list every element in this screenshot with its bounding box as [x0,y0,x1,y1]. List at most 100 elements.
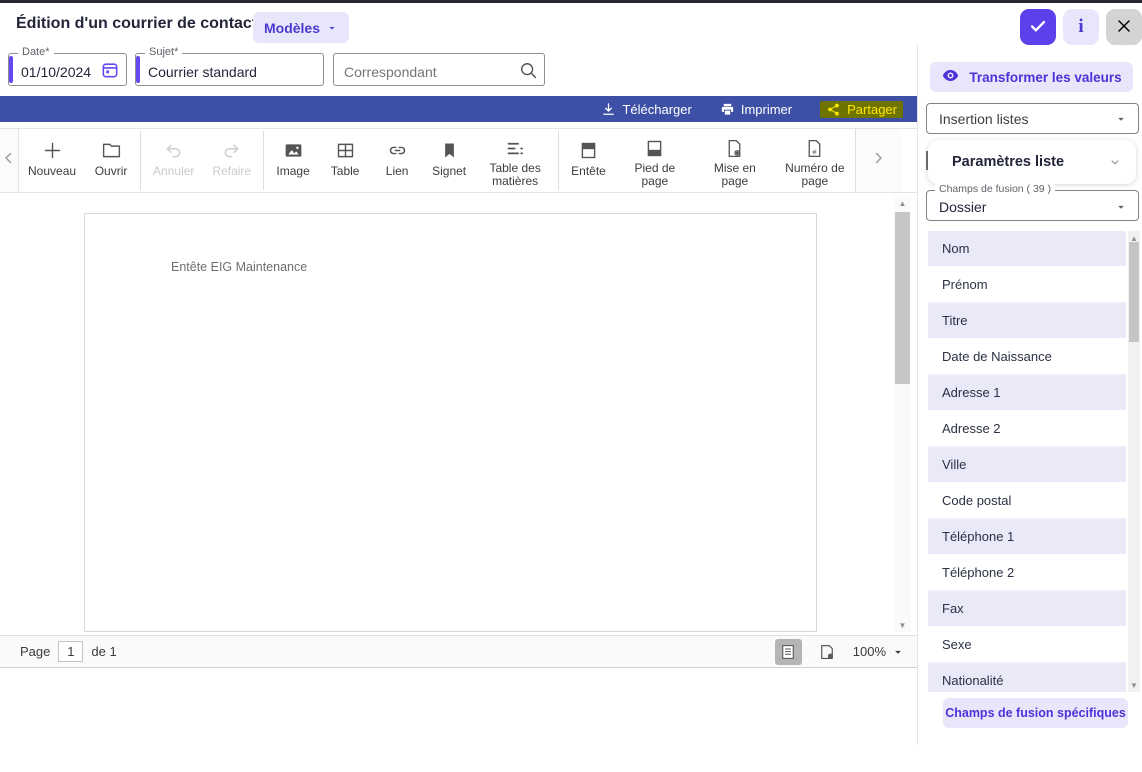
caret-down-icon [891,645,905,659]
validate-button[interactable] [1020,9,1056,45]
info-button[interactable]: i [1063,9,1099,45]
fit-page-icon [818,643,836,661]
merge-field-item[interactable]: Nationalité [928,663,1126,692]
zoom-value: 100% [853,644,886,659]
calendar-icon[interactable] [100,60,120,80]
insertion-listes-select[interactable]: Insertion listes [926,103,1139,134]
merge-list-scrollbar[interactable]: ▲ ▼ [1128,231,1140,692]
print-button[interactable]: Imprimer [720,102,792,117]
sujet-input[interactable] [136,54,323,85]
sidebar-divider [917,45,918,745]
merge-field-item[interactable]: Date de Naissance [928,339,1126,375]
modeles-button-label: Modèles [264,20,320,36]
toolbar-button-label: Numéro de page [784,162,846,188]
merge-field-item[interactable]: Adresse 2 [928,411,1126,447]
page-number-icon: # [804,138,825,159]
fit-page-button[interactable] [814,639,841,665]
close-icon [1114,16,1134,39]
toolbar-button-folder[interactable]: Ouvrir [85,129,137,192]
merge-field-item[interactable]: Titre [928,303,1126,339]
merge-field-item[interactable]: Téléphone 2 [928,555,1126,591]
folder-icon [101,138,122,162]
image-icon [283,138,304,162]
zoom-dropdown[interactable]: 100% [853,644,905,659]
scroll-down-arrow[interactable]: ▼ [1128,678,1140,692]
undo-icon [163,138,184,162]
correspondant-field[interactable] [333,53,545,86]
champs-fusion-select[interactable]: Champs de fusion ( 39 ) Dossier [926,190,1139,221]
caret-down-icon [326,22,338,34]
toolbar-button-toc[interactable]: Table des matières [475,129,555,192]
document-viewer[interactable]: Entête EIG Maintenance ▲ ▼ [0,194,917,635]
toolbar-button-link[interactable]: Lien [371,129,423,192]
top-strip [0,0,1142,3]
link-icon [387,138,408,162]
download-label: Télécharger [622,102,691,117]
document-page[interactable]: Entête EIG Maintenance [84,213,817,632]
share-button[interactable]: Partager [820,101,903,118]
toolbar-button-table[interactable]: Table [319,129,371,192]
scrollbar-thumb[interactable] [1129,242,1139,342]
page-setup-icon [724,138,745,159]
caret-down-icon [1114,112,1128,126]
champs-fusion-label: Champs de fusion ( 39 ) [935,183,1055,195]
toolbar-button-label: Mise en page [704,162,766,188]
document-header-text[interactable]: Entête EIG Maintenance [171,260,307,274]
merge-fields-list: NomPrénomTitreDate de NaissanceAdresse 1… [928,231,1126,692]
modeles-button[interactable]: Modèles [253,12,349,43]
merge-field-item[interactable]: Nom [928,231,1126,267]
share-label: Partager [847,102,897,117]
toolbar-button-label: Refaire [212,165,251,178]
toolbar-button-redo: Refaire [203,129,260,192]
header-doc-icon [578,138,599,162]
toolbar-group-divider [263,131,264,190]
toolbar-scroll-left-button[interactable] [0,129,19,192]
editor-statusbar: Page de 1 100% [0,635,917,668]
merge-field-item[interactable]: Sexe [928,627,1126,663]
toolbar-button-header-doc[interactable]: Entête [562,129,615,192]
app-window: Édition d'un courrier de contact Modèles… [0,0,1142,772]
editor-toolbar-buttons: NouveauOuvrirAnnulerRefaireImageTableLie… [19,129,855,192]
scrollbar-thumb[interactable] [895,212,910,384]
merge-field-item[interactable]: Ville [928,447,1126,483]
chevron-right-icon [869,149,887,172]
close-button[interactable] [1106,9,1142,45]
merge-field-item[interactable]: Prénom [928,267,1126,303]
champs-fusion-specifiques-button[interactable]: Champs de fusion spécifiques [943,698,1128,728]
page-count-label: de 1 [91,644,116,659]
printer-icon [720,102,735,117]
download-button[interactable]: Télécharger [601,102,691,117]
transform-values-label: Transformer les valeurs [969,70,1121,85]
date-field[interactable]: Date* [8,53,127,86]
single-page-view-button[interactable] [775,639,802,665]
toolbar-button-plus[interactable]: Nouveau [19,129,85,192]
toolbar-button-footer-doc[interactable]: Pied de page [615,129,695,192]
transform-values-button[interactable]: Transformer les valeurs [930,62,1133,92]
redo-icon [221,138,242,162]
sujet-field[interactable]: Sujet* [135,53,324,86]
toolbar-button-bookmark[interactable]: Signet [423,129,475,192]
scroll-up-arrow[interactable]: ▲ [894,196,911,210]
correspondant-input[interactable] [334,54,544,85]
champs-fusion-value: Dossier [939,199,986,215]
merge-field-item[interactable]: Fax [928,591,1126,627]
plus-icon [42,138,63,162]
toolbar-button-image[interactable]: Image [267,129,319,192]
merge-field-item[interactable]: Adresse 1 [928,375,1126,411]
toolbar-button-label: Entête [571,165,606,178]
merge-field-item[interactable]: Code postal [928,483,1126,519]
merge-field-item[interactable]: Téléphone 1 [928,519,1126,555]
parametres-liste-header[interactable]: Paramètres liste [928,140,1136,184]
check-icon [1027,15,1049,40]
toolbar-button-page-number[interactable]: # Numéro de page [775,129,855,192]
page-number-input[interactable] [58,641,83,662]
page-label: Page [20,644,50,659]
toolbar-scroll-right-button[interactable] [856,129,901,192]
page-title: Édition d'un courrier de contact [16,15,257,33]
table-icon [335,138,356,162]
search-icon[interactable] [518,60,538,80]
document-scrollbar[interactable]: ▲ ▼ [894,196,911,632]
scroll-down-arrow[interactable]: ▼ [894,618,911,632]
parametres-liste-label: Paramètres liste [952,154,1064,170]
toolbar-button-page-setup[interactable]: Mise en page [695,129,775,192]
